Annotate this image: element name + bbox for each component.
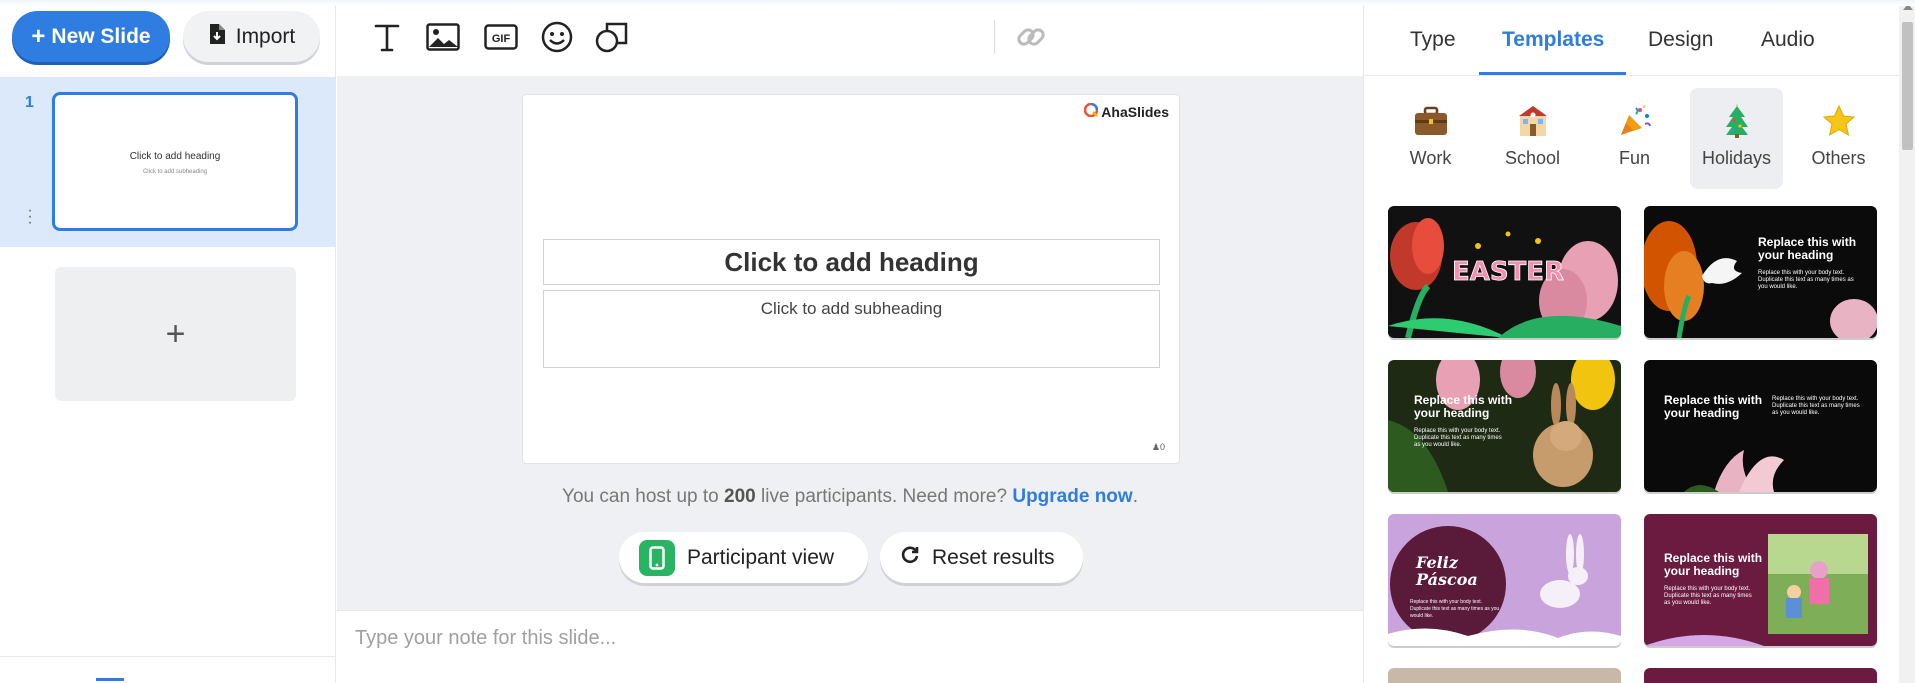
- host-info: You can host up to 200 live participants…: [337, 486, 1363, 508]
- category-holidays[interactable]: Holidays: [1690, 88, 1783, 189]
- template-card-dove[interactable]: Replace this with your heading Replace t…: [1644, 206, 1877, 338]
- shapes-icon[interactable]: [593, 18, 631, 56]
- tab-audio[interactable]: Audio: [1761, 28, 1815, 52]
- participant-limit: 200: [724, 486, 756, 507]
- import-file-icon: [208, 23, 226, 51]
- slide-workspace: AhaSlides Click to add heading Click to …: [337, 76, 1363, 610]
- thumbnail-subheading: Click to add subheading: [142, 169, 208, 175]
- category-label: Holidays: [1701, 148, 1772, 168]
- template-body: Replace this with your body text. Duplic…: [1414, 428, 1502, 448]
- panel-tabs: Type Templates Design Audio: [1364, 0, 1899, 76]
- briefcase-icon: [1384, 104, 1477, 138]
- emoji-icon[interactable]: [538, 18, 576, 56]
- slide-sidebar: + New Slide Import 1 · · · Click to add he…: [0, 0, 336, 683]
- tab-type[interactable]: Type: [1410, 28, 1456, 52]
- add-slide-placeholder[interactable]: +: [55, 267, 296, 401]
- template-card-dark-tulip[interactable]: Replace this with your heading Replace t…: [1644, 360, 1877, 492]
- category-label: School: [1504, 148, 1561, 168]
- gif-icon[interactable]: GIF: [482, 18, 520, 56]
- template-illustration: [1388, 360, 1615, 492]
- christmas-tree-icon: [1690, 104, 1783, 138]
- host-info-suffix: live participants. Need more?: [755, 486, 1013, 507]
- editor-toolbar: GIF: [337, 0, 1363, 76]
- template-heading: Replace this with your heading: [1664, 393, 1763, 420]
- text-icon[interactable]: [368, 18, 406, 56]
- divider: [0, 656, 336, 657]
- drag-handle-icon[interactable]: · · ·: [27, 203, 33, 231]
- new-slide-button[interactable]: + New Slide: [12, 11, 170, 62]
- reset-results-button[interactable]: Reset results: [880, 532, 1083, 583]
- slide-number: 1: [25, 94, 34, 111]
- notes-input[interactable]: [355, 623, 1345, 653]
- tab-templates[interactable]: Templates: [1502, 28, 1604, 52]
- top-shadow: [0, 0, 1915, 6]
- participant-view-label: Participant view: [687, 545, 835, 569]
- category-fun[interactable]: Fun: [1588, 88, 1681, 189]
- template-illustration: [1644, 534, 1868, 646]
- upgrade-link[interactable]: Upgrade now: [1012, 486, 1132, 507]
- template-card-partial[interactable]: [1644, 668, 1877, 683]
- phone-icon: [639, 539, 675, 576]
- brand-name: AhaSlides: [1101, 103, 1169, 120]
- reset-results-label: Reset results: [932, 545, 1055, 569]
- import-button[interactable]: Import: [183, 11, 320, 62]
- category-work[interactable]: Work: [1384, 88, 1477, 189]
- brand-logo: AhaSlides: [1084, 102, 1169, 120]
- ahaslides-logo-icon: [1084, 102, 1099, 120]
- reset-icon: [900, 545, 920, 571]
- template-illustration: [1684, 450, 1784, 492]
- new-slide-label: New Slide: [51, 24, 151, 48]
- host-info-end: .: [1132, 486, 1138, 507]
- template-card-partial[interactable]: [1388, 668, 1621, 683]
- template-body: Replace this with your body text. Duplic…: [1410, 599, 1500, 619]
- subheading-field[interactable]: Click to add subheading: [543, 290, 1160, 368]
- template-body: Replace this with your body text. Duplic…: [1758, 270, 1854, 290]
- category-others[interactable]: Others: [1792, 88, 1885, 189]
- user-icon: ♟: [1151, 442, 1160, 452]
- category-label: Work: [1409, 148, 1452, 168]
- template-body: Replace this with your body text. Duplic…: [1664, 586, 1752, 606]
- template-card-easter[interactable]: EASTER: [1388, 206, 1621, 338]
- link-icon[interactable]: [1012, 18, 1050, 56]
- template-heading: EASTER: [1452, 257, 1564, 287]
- image-icon[interactable]: [424, 18, 462, 56]
- template-heading: Replace this with your heading: [1664, 551, 1763, 578]
- slide-notes: [337, 610, 1363, 683]
- slide-canvas[interactable]: AhaSlides Click to add heading Click to …: [522, 94, 1180, 464]
- star-icon: [1792, 104, 1885, 138]
- right-panel: Type Templates Design Audio Work School …: [1363, 0, 1915, 683]
- party-popper-icon: [1588, 104, 1681, 138]
- template-illustration: EASTER: [1388, 218, 1621, 338]
- heading-field[interactable]: Click to add heading: [543, 239, 1160, 285]
- template-heading: Feliz Páscoa: [1416, 553, 1478, 589]
- template-card-egg-hunt[interactable]: Replace this with your heading Replace t…: [1644, 514, 1877, 646]
- template-card-rabbit[interactable]: Replace this with your heading Replace t…: [1388, 360, 1621, 492]
- grid-view-icon[interactable]: [96, 678, 124, 683]
- template-heading: Replace this with your heading: [1414, 393, 1513, 420]
- toolbar-separator: [994, 20, 995, 54]
- category-school[interactable]: School: [1486, 88, 1579, 189]
- thumbnail-heading: Click to add heading: [129, 151, 221, 162]
- plus-icon: +: [165, 314, 186, 353]
- import-label: Import: [235, 24, 296, 48]
- host-info-prefix: You can host up to: [562, 486, 725, 507]
- gif-label: GIF: [492, 33, 511, 45]
- plus-icon: +: [31, 22, 46, 50]
- tab-design[interactable]: Design: [1648, 28, 1713, 52]
- participant-count: 0: [1159, 442, 1165, 452]
- participant-view-button[interactable]: Participant view: [619, 532, 868, 583]
- template-body: Replace this with your body text. Duplic…: [1772, 396, 1860, 416]
- template-card-feliz-pascoa[interactable]: Feliz Páscoa Replace this with your body…: [1388, 514, 1621, 646]
- category-label: Fun: [1618, 148, 1651, 168]
- school-icon: [1486, 104, 1579, 138]
- category-label: Others: [1811, 148, 1866, 168]
- active-tab-indicator: [1479, 72, 1626, 75]
- participant-counter: ♟0: [1152, 442, 1165, 453]
- template-heading: Replace this with your heading: [1758, 235, 1857, 262]
- scrollbar-thumb[interactable]: [1902, 22, 1913, 150]
- slide-thumbnail[interactable]: Click to add heading Click to add subhea…: [52, 92, 298, 231]
